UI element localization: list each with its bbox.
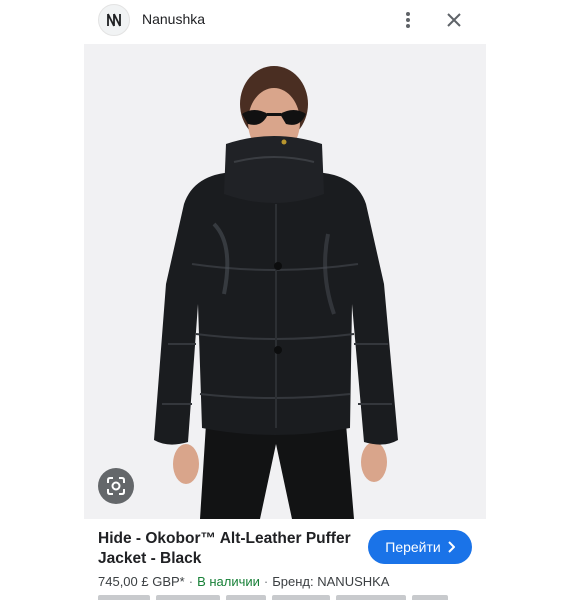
nanushka-logo-icon (107, 13, 121, 27)
product-image[interactable] (84, 44, 486, 519)
more-vert-icon (406, 12, 410, 28)
close-icon (447, 13, 461, 27)
more-options-button[interactable] (396, 6, 420, 34)
product-price: 745,00 £ GBP* (98, 574, 185, 589)
google-lens-icon (107, 477, 125, 495)
separator-dot: · (188, 574, 194, 589)
close-button[interactable] (440, 6, 468, 34)
jacket-photo (84, 44, 486, 519)
site-name[interactable]: Nanushka (142, 11, 205, 27)
product-title[interactable]: Hide - Okobor™ Alt-Leather Puffer Jacket… (98, 529, 360, 569)
product-meta: 745,00 £ GBP* · В наличии · Бренд: NANUSHKA (98, 574, 389, 589)
lens-search-button[interactable] (98, 468, 134, 504)
visit-button[interactable]: Перейти (368, 530, 472, 564)
product-brand: Бренд: NANUSHKA (272, 574, 390, 589)
result-header: Nanushka (0, 0, 570, 40)
site-logo[interactable] (98, 4, 130, 36)
truncated-description (98, 595, 478, 600)
separator-dot: · (263, 574, 269, 589)
visit-button-label: Перейти (385, 539, 441, 555)
availability-status: В наличии (197, 574, 260, 589)
chevron-right-icon (448, 541, 455, 553)
